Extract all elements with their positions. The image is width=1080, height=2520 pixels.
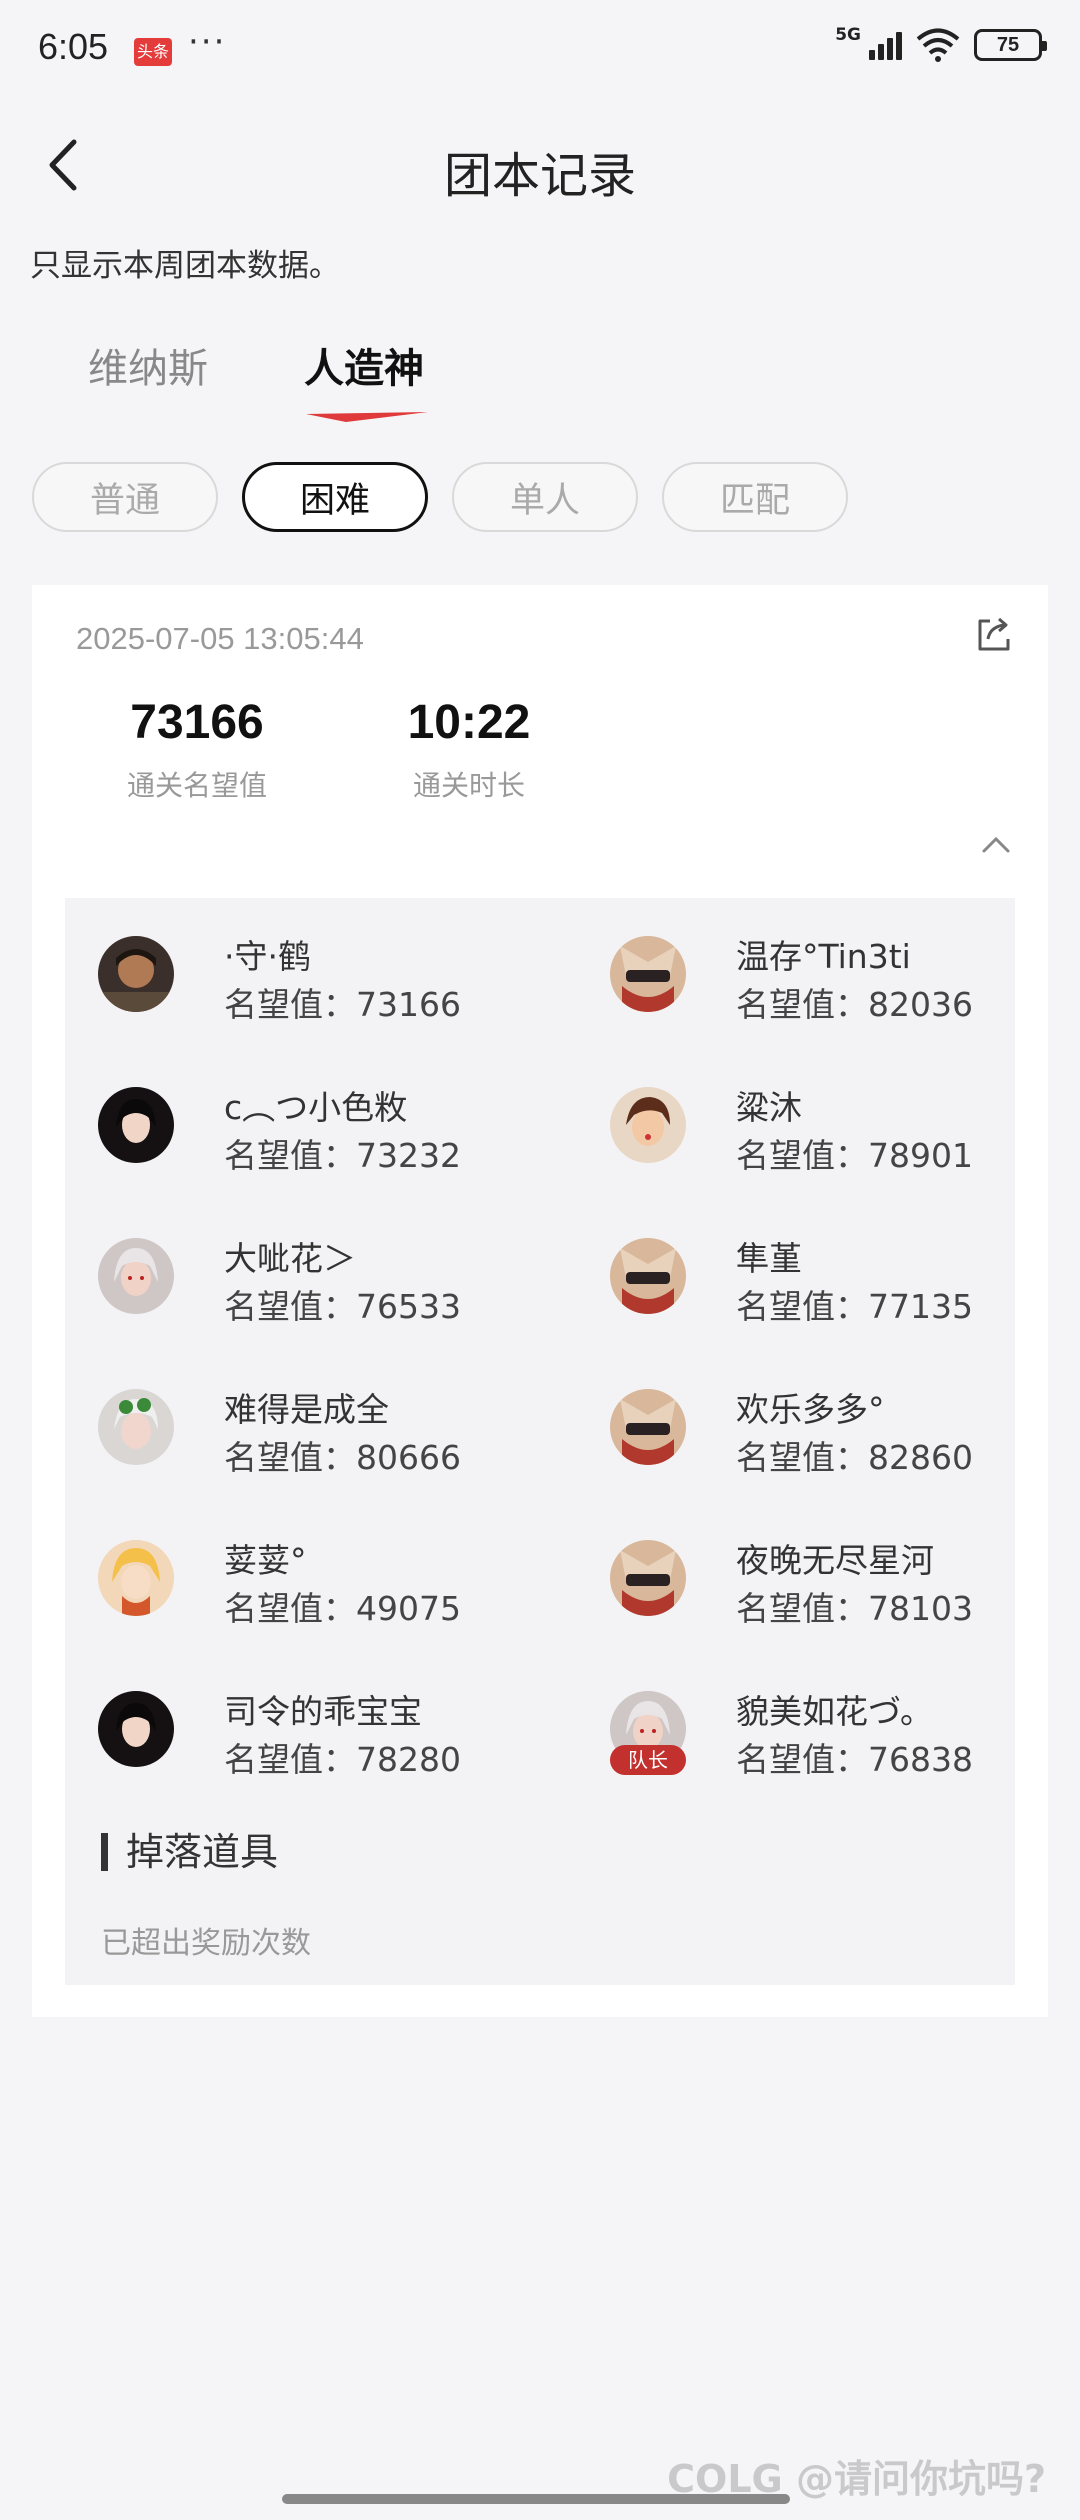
member-name: 荽荽° bbox=[224, 1541, 307, 1580]
avatar[interactable] bbox=[610, 1238, 686, 1314]
avatar[interactable] bbox=[610, 1540, 686, 1616]
avatar[interactable] bbox=[98, 936, 174, 1012]
status-time: 6:05 bbox=[38, 26, 109, 67]
member-reputation: 名望值：76838 bbox=[736, 1740, 973, 1779]
toutiao-app-icon: 头条 bbox=[134, 38, 172, 66]
member-item[interactable]: 荽荽° 名望值：49075 bbox=[98, 1532, 558, 1632]
member-reputation: 名望值：82036 bbox=[736, 985, 973, 1024]
member-item[interactable]: 难得是成全名望值：80666 bbox=[98, 1381, 558, 1481]
avatar[interactable] bbox=[610, 936, 686, 1012]
member-name: 貌美如花づ。 bbox=[736, 1692, 934, 1731]
battery-level: 75 bbox=[996, 33, 1020, 56]
member-item[interactable]: 隼堇名望值：77135 bbox=[610, 1230, 1070, 1330]
status-indicators: 5G 75 bbox=[835, 25, 1047, 62]
member-name: c︵つ小色敉 bbox=[224, 1088, 408, 1127]
avatar[interactable] bbox=[98, 1238, 174, 1314]
leader-badge: 队长 bbox=[610, 1745, 686, 1775]
tab-artificial-god[interactable]: 人造神 bbox=[304, 336, 424, 394]
difficulty-tab-hard[interactable]: 困难 bbox=[242, 462, 428, 532]
drops-note: 已超出奖励次数 bbox=[101, 1926, 311, 1961]
member-reputation: 名望值：77135 bbox=[736, 1287, 973, 1326]
stat-clear-reputation: 73166 通关名望值 bbox=[92, 695, 302, 804]
drops-heading: 掉落道具 bbox=[101, 1833, 278, 1871]
member-name: 司令的乖宝宝 bbox=[224, 1692, 422, 1731]
wifi-icon bbox=[916, 28, 960, 62]
member-reputation: 名望值：82860 bbox=[736, 1438, 973, 1477]
page-title: 团本记录 bbox=[443, 148, 636, 204]
battery-icon: 75 bbox=[974, 29, 1047, 61]
record-timestamp: 2025-07-05 13:05:44 bbox=[76, 621, 364, 656]
signal-icon bbox=[869, 30, 902, 60]
member-reputation: 名望值：73232 bbox=[224, 1136, 461, 1175]
status-bar: 6:05 头条 ··· 5G 75 bbox=[0, 0, 1080, 100]
member-name: 粱沐 bbox=[736, 1088, 802, 1127]
member-reputation: 名望值：49075 bbox=[224, 1589, 461, 1628]
member-item[interactable]: 欢乐多多° 名望值：82860 bbox=[610, 1381, 1070, 1481]
difficulty-tab-solo[interactable]: 单人 bbox=[452, 462, 638, 532]
network-type-label: 5G bbox=[835, 25, 861, 45]
stat-value: 73166 bbox=[130, 696, 264, 749]
raid-record-card: 2025-07-05 13:05:44 73166 通关名望值 10:22 通关… bbox=[32, 585, 1048, 2017]
member-name: 欢乐多多° bbox=[736, 1390, 885, 1429]
stat-value: 10:22 bbox=[407, 696, 531, 749]
more-notifications-icon: ··· bbox=[188, 22, 227, 62]
member-name: 难得是成全 bbox=[224, 1390, 389, 1429]
active-tab-indicator bbox=[306, 412, 428, 422]
member-item[interactable]: ·守·鹤名望值：73166 bbox=[98, 928, 558, 1028]
member-reputation: 名望值：80666 bbox=[224, 1438, 461, 1477]
member-item[interactable]: 夜晚无尽星河 名望值：78103 bbox=[610, 1532, 1070, 1632]
member-name: 大呲花＞ bbox=[224, 1239, 356, 1278]
avatar[interactable] bbox=[98, 1691, 174, 1767]
stat-label: 通关名望值 bbox=[126, 769, 267, 802]
tab-venus[interactable]: 维纳斯 bbox=[88, 336, 208, 394]
share-icon[interactable] bbox=[974, 613, 1016, 655]
header: 团本记录 bbox=[0, 100, 1080, 235]
stat-label: 通关时长 bbox=[412, 769, 525, 802]
avatar[interactable] bbox=[98, 1087, 174, 1163]
difficulty-tab-match[interactable]: 匹配 bbox=[662, 462, 848, 532]
stat-clear-duration: 10:22 通关时长 bbox=[364, 695, 574, 804]
difficulty-tabs: 普通 困难 单人 匹配 bbox=[32, 462, 848, 532]
member-reputation: 名望值：76533 bbox=[224, 1287, 461, 1326]
member-item[interactable]: c︵つ小色敉名望值：73232 bbox=[98, 1079, 558, 1179]
member-reputation: 名望值：78103 bbox=[736, 1589, 973, 1628]
weekly-notice: 只显示本周团本数据。 bbox=[30, 248, 340, 284]
member-item[interactable]: 温存°Tin3ti 名望值：82036 bbox=[610, 928, 1070, 1028]
member-name: 夜晚无尽星河 bbox=[736, 1541, 934, 1580]
member-reputation: 名望值：73166 bbox=[224, 985, 461, 1024]
member-reputation: 名望值：78280 bbox=[224, 1740, 461, 1779]
member-list: ·守·鹤 名望值：73166 温存°Tin3ti 名望值：82036 c︵つ小色敉 名望值… bbox=[65, 898, 1015, 1985]
member-name: 隼堇 bbox=[736, 1239, 802, 1278]
member-item[interactable]: 队长 貌美如花づ。 名望值：76838 bbox=[610, 1683, 1070, 1783]
avatar[interactable] bbox=[98, 1540, 174, 1616]
avatar[interactable] bbox=[610, 1087, 686, 1163]
avatar[interactable] bbox=[98, 1389, 174, 1465]
member-item[interactable]: 大呲花＞ 名望值：76533 bbox=[98, 1230, 558, 1330]
member-item[interactable]: 司令的乖宝宝 名望值：78280 bbox=[98, 1683, 558, 1783]
member-name: ·守·鹤 bbox=[224, 937, 311, 976]
avatar[interactable] bbox=[610, 1389, 686, 1465]
home-indicator[interactable] bbox=[282, 2494, 790, 2504]
difficulty-tab-normal[interactable]: 普通 bbox=[32, 462, 218, 532]
member-reputation: 名望值：78901 bbox=[736, 1136, 973, 1175]
member-name: 温存°Tin3ti bbox=[736, 937, 911, 976]
chevron-up-icon[interactable] bbox=[976, 825, 1016, 865]
member-item[interactable]: 粱沐名望值：78901 bbox=[610, 1079, 1070, 1179]
